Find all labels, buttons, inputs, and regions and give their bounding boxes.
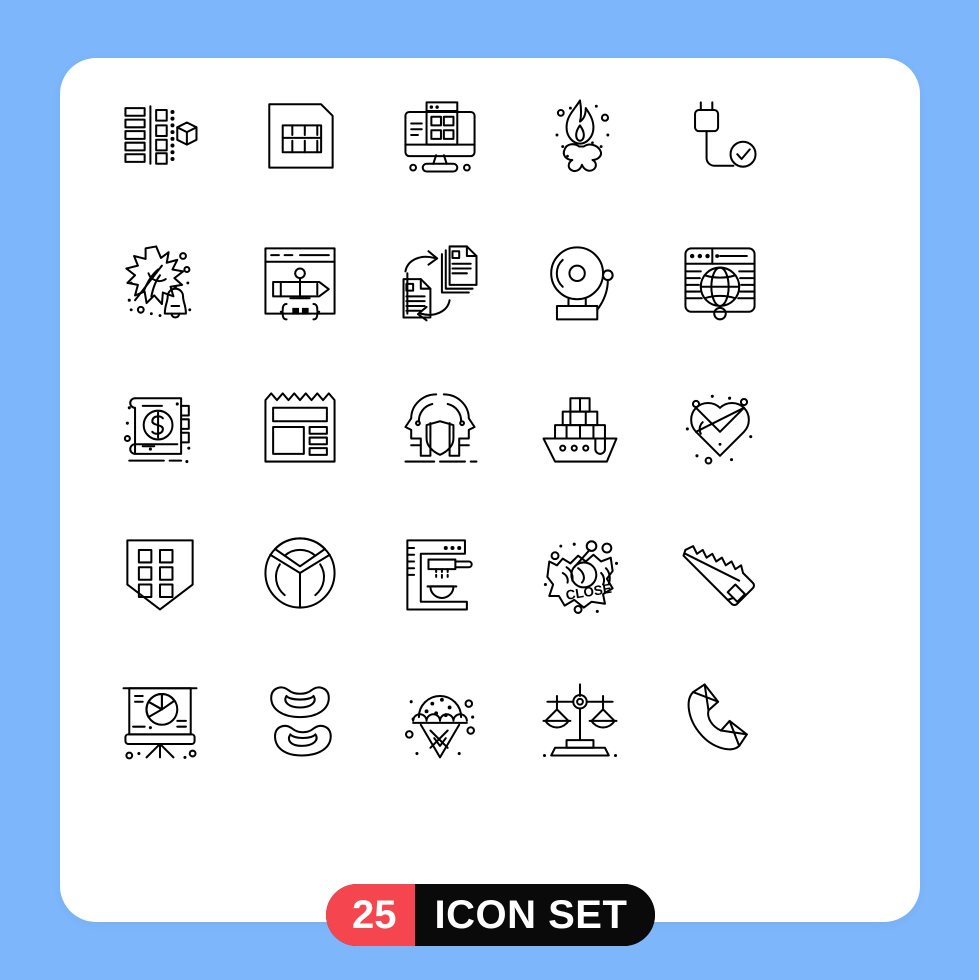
icon-cell-22[interactable] xyxy=(230,646,370,792)
icon-cell-20[interactable] xyxy=(650,500,790,646)
balance-scale-icon xyxy=(542,683,618,758)
icon-cell-23[interactable] xyxy=(370,646,510,792)
cashew-nuts-icon xyxy=(270,686,332,757)
icon-cell-6[interactable] xyxy=(90,208,230,354)
icon-cell-24[interactable] xyxy=(510,646,650,792)
badge-label: ICON SET xyxy=(414,884,656,946)
icon-cell-16[interactable] xyxy=(90,500,230,646)
ice-cream-cone-icon xyxy=(405,694,475,759)
close-sign-coffee-icon: CLOSE xyxy=(543,540,619,614)
espresso-machine-icon xyxy=(406,539,473,611)
shield-grid-badge-icon xyxy=(126,539,194,611)
telephone-handset-icon xyxy=(687,683,748,751)
browser-globe-icon xyxy=(684,247,756,321)
icon-cell-17[interactable] xyxy=(230,500,370,646)
icon-cell-18[interactable] xyxy=(370,500,510,646)
campfire-icon xyxy=(555,99,610,172)
icon-cell-9[interactable] xyxy=(510,208,650,354)
icon-cell-5[interactable] xyxy=(650,62,790,208)
presentation-pie-chart-icon xyxy=(122,687,198,760)
desktop-web-page-icon xyxy=(404,101,476,173)
icon-cell-19[interactable]: CLOSE xyxy=(510,500,650,646)
alarm-bell-icon xyxy=(550,246,614,321)
charger-check-icon xyxy=(694,101,757,168)
icon-cell-21[interactable] xyxy=(90,646,230,792)
icon-set-poster: CLOSE 25 ICON SET xyxy=(0,0,979,980)
cargo-ship-icon xyxy=(542,397,618,463)
handsaw-icon xyxy=(682,545,755,607)
icon-cell-25[interactable] xyxy=(650,646,790,792)
icon-cell-14[interactable] xyxy=(510,354,650,500)
icon-cell-1[interactable] xyxy=(90,62,230,208)
file-transfer-icon xyxy=(402,245,478,322)
segmented-sphere-icon xyxy=(264,537,336,609)
heads-shield-icon xyxy=(404,393,478,463)
sim-card-icon xyxy=(268,103,334,169)
svg-text:CLOSE: CLOSE xyxy=(565,581,613,603)
icon-cell-8[interactable] xyxy=(370,208,510,354)
icon-cell-12[interactable] xyxy=(230,354,370,500)
icon-cell-3[interactable] xyxy=(370,62,510,208)
data-blocks-cube-icon xyxy=(124,105,198,165)
maple-leaf-bell-icon xyxy=(125,245,192,319)
icon-grid: CLOSE xyxy=(90,62,790,792)
web-development-pencil-icon xyxy=(264,247,336,321)
icon-cell-10[interactable] xyxy=(650,208,790,354)
icon-cell-15[interactable] xyxy=(650,354,790,500)
icon-cell-13[interactable] xyxy=(370,354,510,500)
icon-cell-7[interactable] xyxy=(230,208,370,354)
capsule-pills-icon xyxy=(685,394,753,465)
badge-count: 25 xyxy=(326,884,415,946)
icon-cell-2[interactable] xyxy=(230,62,370,208)
finance-book-dollar-icon xyxy=(123,397,191,464)
newspaper-receipt-icon xyxy=(264,392,336,463)
icon-cell-11[interactable] xyxy=(90,354,230,500)
icon-cell-4[interactable] xyxy=(510,62,650,208)
icon-count-badge: 25 ICON SET xyxy=(326,884,656,946)
